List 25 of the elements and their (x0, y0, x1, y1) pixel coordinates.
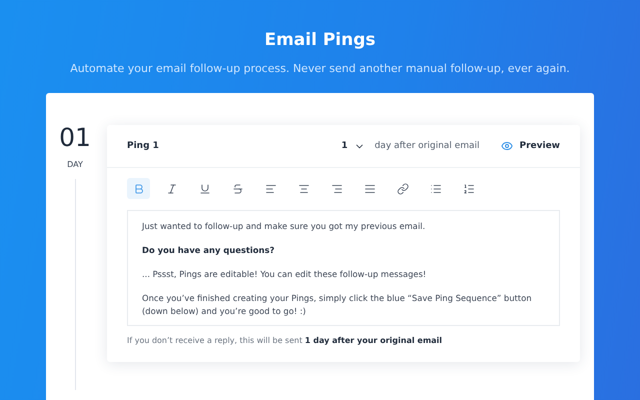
page-title: Email Pings (264, 30, 376, 50)
message-paragraph: Just wanted to follow-up and make sure you got my previous email. (142, 220, 426, 233)
strikethrough-icon (232, 182, 244, 194)
delay-select[interactable]: 1 (341, 140, 365, 152)
day-number: 01 (59, 125, 91, 150)
message-paragraph: Do you have any questions? (142, 244, 276, 257)
bold-icon (132, 182, 144, 194)
align-center-icon (298, 182, 310, 194)
message-paragraph: Once you’ve finished creating your Pings, simply click the blue “Save Ping Sequence” button (down below) and you’re good to go! :) (142, 292, 533, 318)
numbered-list-icon (462, 182, 474, 194)
page-subtitle: Automate your email follow-up process. Never send another manual follow-up, ever again. (70, 62, 570, 75)
align-right-icon (330, 182, 342, 194)
bold-button[interactable] (127, 178, 150, 199)
link-icon (396, 182, 408, 194)
day-label: DAY (67, 160, 83, 169)
message-paragraph: ... Pssst, Pings are editable! You can edit these follow-up messages! (142, 268, 428, 281)
justify-icon (364, 182, 376, 194)
align-left-icon (264, 182, 276, 194)
preview-button[interactable]: Preview (501, 140, 560, 152)
underline-icon (198, 182, 210, 194)
eye-icon (501, 140, 514, 152)
send-note: If you don’t receive a reply, this will be sent 1 day after your original email (127, 336, 444, 346)
ping-title: Ping 1 (127, 141, 160, 151)
delay-label: day after original email (374, 141, 480, 151)
italic-icon (166, 182, 178, 194)
